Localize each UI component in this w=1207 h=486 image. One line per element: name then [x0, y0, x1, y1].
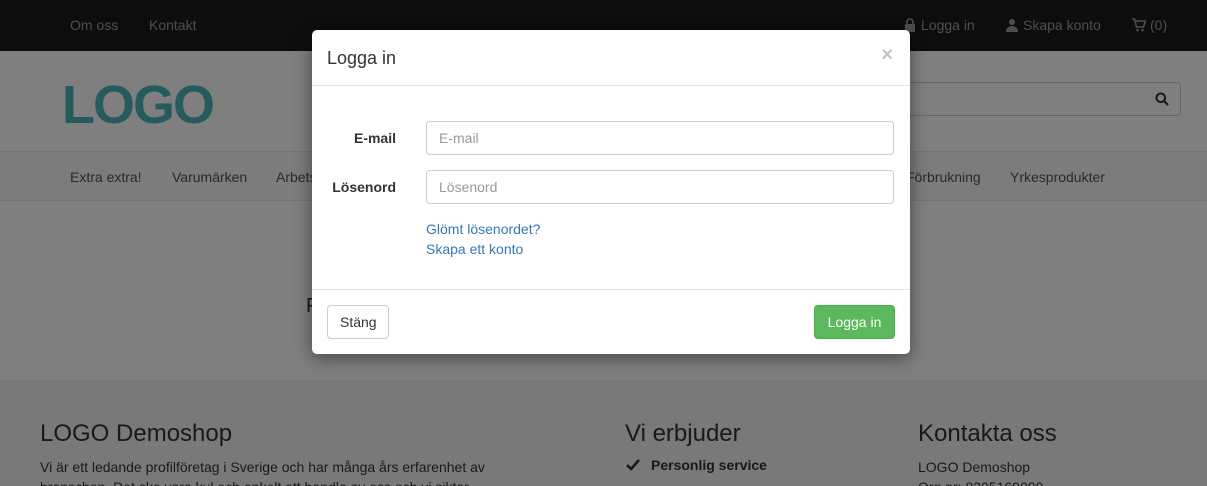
- modal-header: Logga in ×: [312, 30, 910, 86]
- password-field[interactable]: [426, 170, 894, 204]
- modal-footer: Stäng Logga in: [312, 289, 910, 354]
- create-account-link[interactable]: Skapa ett konto: [426, 241, 523, 257]
- login-modal: Logga in × E-mail Lösenord Glömt lösenor…: [312, 30, 910, 354]
- close-button[interactable]: Stäng: [327, 305, 389, 339]
- login-button[interactable]: Logga in: [814, 305, 895, 339]
- email-label: E-mail: [353, 130, 396, 146]
- email-field[interactable]: [426, 121, 894, 155]
- password-label: Lösenord: [332, 179, 396, 195]
- close-icon[interactable]: ×: [881, 45, 893, 65]
- forgot-password-link[interactable]: Glömt lösenordet?: [426, 221, 540, 237]
- modal-title: Logga in: [327, 48, 397, 68]
